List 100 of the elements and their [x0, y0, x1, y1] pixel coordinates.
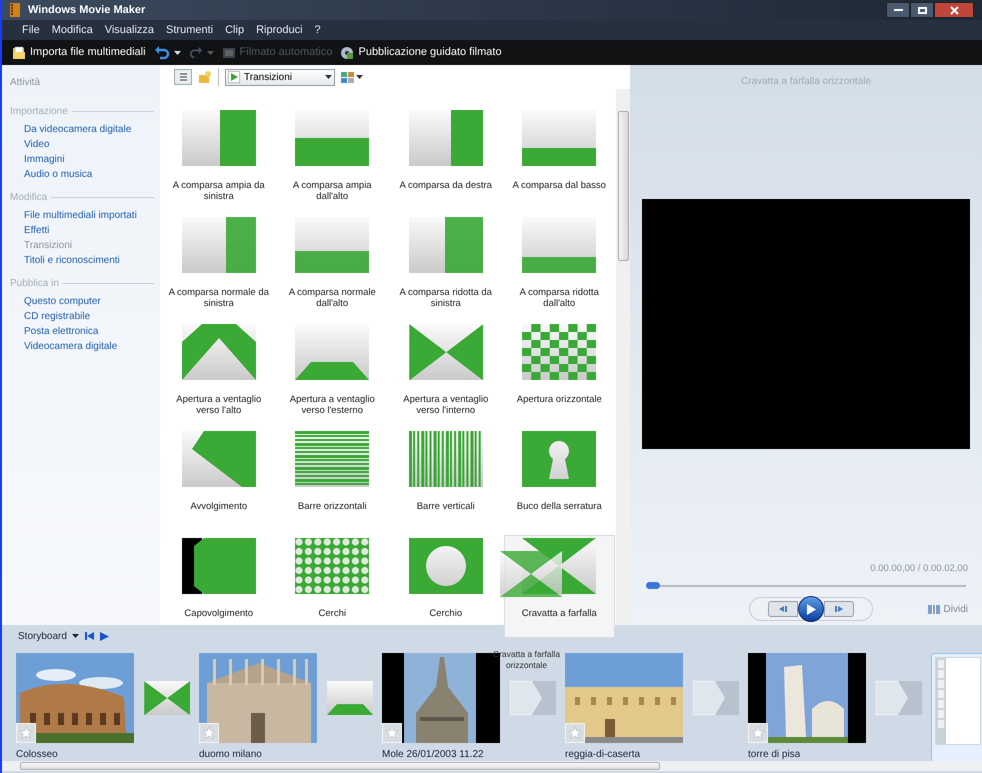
storyboard-transition	[326, 681, 372, 715]
transition-label: A comparsa normale da sinistra	[168, 287, 270, 309]
transition-tile[interactable]: A comparsa dal basso	[504, 107, 615, 210]
caret-icon	[174, 50, 181, 54]
transition-label: A comparsa ampia da sinistra	[172, 180, 266, 202]
seek-thumb[interactable]	[646, 582, 660, 590]
play-icon[interactable]	[100, 632, 109, 640]
transition-tile[interactable]: A comparsa ridotta dall'alto	[504, 214, 615, 317]
clip-label: Mole 26/01/2003 11.22	[382, 748, 485, 762]
undo-icon	[154, 46, 170, 60]
transition-tile[interactable]: A comparsa normale da sinistra	[163, 214, 274, 317]
transition-tile[interactable]: Barre orizzontali	[276, 428, 388, 531]
transition-tile[interactable]: A comparsa ridotta da sinistra	[390, 214, 502, 317]
transition-tile[interactable]: Barre verticali	[390, 428, 502, 531]
transition-label: Capovolgimento	[183, 608, 254, 619]
clip-label: reggia-di-caserta	[565, 748, 642, 762]
view-options-button[interactable]	[341, 72, 363, 82]
folder-icon	[12, 46, 26, 60]
collection-dropdown[interactable]: Transizioni	[225, 68, 335, 86]
task-link[interactable]: Questo computer	[10, 294, 154, 309]
play-button[interactable]	[798, 596, 824, 622]
transition-label: Barre orizzontali	[296, 501, 368, 512]
task-link[interactable]: File multimediali importati	[10, 208, 154, 223]
transition-label: Buco della serratura	[516, 501, 603, 512]
task-link[interactable]: Audio o musica	[10, 167, 154, 182]
transition-label: Apertura orizzontale	[516, 394, 603, 405]
transition-tile[interactable]: Apertura a ventaglio verso l'alto	[163, 321, 274, 424]
transition-tile[interactable]: Apertura a ventaglio verso l'interno	[390, 321, 502, 424]
caret-icon	[72, 634, 79, 638]
menu-item[interactable]: Modifica	[52, 22, 93, 38]
section-heading: Pubblica in	[10, 277, 59, 291]
caret-icon	[206, 50, 214, 54]
section-heading: Importazione	[10, 105, 68, 119]
scrollbar-thumb[interactable]	[618, 111, 628, 261]
toolbar-button[interactable]: Importa file multimediali	[12, 44, 146, 61]
menu-item[interactable]: Riproduci	[256, 22, 303, 38]
minimize-button[interactable]	[886, 2, 910, 18]
transition-name: Cravatta a farfalla orizzontale	[492, 649, 562, 671]
storyboard-view-dropdown[interactable]: Storyboard	[18, 628, 79, 644]
transition-tile[interactable]: Capovolgimento	[163, 535, 274, 638]
playback-time: 0.00.00,00 / 0.00.02,00	[869, 562, 968, 576]
clip-label: Colosseo	[16, 748, 59, 762]
disc-icon	[340, 46, 354, 60]
previous-frame-icon	[778, 606, 787, 612]
transition-icon	[228, 71, 240, 83]
maximize-button[interactable]	[910, 2, 934, 18]
transition-label: Apertura a ventaglio verso l'esterno	[288, 394, 376, 416]
scrollbar-thumb[interactable]	[20, 762, 660, 770]
transition-label: A comparsa ridotta dall'alto	[518, 287, 600, 309]
transition-tile[interactable]: Cerchi	[276, 535, 388, 638]
task-link[interactable]: Da videocamera digitale	[10, 122, 154, 137]
rewind-icon[interactable]	[84, 632, 94, 640]
play-icon	[806, 604, 816, 615]
menu-item[interactable]: Visualizza	[104, 22, 154, 38]
undo-button[interactable]	[154, 46, 181, 60]
close-button[interactable]	[934, 2, 974, 18]
transition-label: A comparsa ridotta da sinistra	[398, 287, 493, 309]
empty-clip-slot[interactable]	[931, 653, 982, 763]
transition-label: Apertura a ventaglio verso l'interno	[402, 394, 490, 416]
transition-label: A comparsa normale dall'alto	[288, 287, 377, 309]
window-title: Windows Movie Maker	[28, 2, 146, 18]
transition-label: A comparsa ampia dall'alto	[292, 180, 373, 202]
transition-placeholder-icon	[510, 681, 556, 715]
menu-item[interactable]: Clip	[225, 22, 244, 38]
previous-frame-button[interactable]	[768, 601, 798, 618]
menu-item[interactable]: Strumenti	[166, 22, 214, 38]
transition-tile[interactable]: Cerchio	[390, 535, 502, 638]
menu-item[interactable]: ?	[314, 22, 321, 38]
transition-label: Cravatta a farfalla	[520, 608, 598, 619]
transition-tile[interactable]: Apertura orizzontale	[504, 321, 615, 424]
transition-tile[interactable]: A comparsa normale dall'alto	[276, 214, 388, 317]
transition-label: A comparsa dal basso	[512, 180, 607, 191]
task-link[interactable]: Titoli e riconoscimenti	[10, 253, 154, 268]
transition-tile[interactable]: A comparsa da destra	[390, 107, 502, 210]
next-frame-button[interactable]	[824, 601, 854, 618]
transition-label: Apertura a ventaglio verso l'alto	[175, 394, 262, 416]
film-icon	[222, 46, 236, 60]
caret-icon	[356, 75, 363, 79]
clip-label: torre di pisa	[748, 748, 802, 762]
seek-track[interactable]	[646, 585, 966, 588]
tasks-toggle-button[interactable]	[174, 69, 192, 85]
menu-item[interactable]: File	[22, 22, 40, 38]
transition-tile[interactable]: Buco della serratura	[504, 428, 615, 531]
transition-tile[interactable]: A comparsa ampia da sinistra	[163, 107, 274, 210]
task-link[interactable]: Immagini	[10, 152, 154, 167]
task-link[interactable]: Video	[10, 137, 154, 152]
task-link[interactable]: Videocamera digitale	[10, 339, 154, 354]
transition-label: Cerchi	[318, 608, 347, 619]
transition-label: Cerchio	[428, 608, 464, 619]
section-heading: Modifica	[10, 191, 48, 205]
close-icon	[950, 6, 958, 14]
clip-label: duomo milano	[199, 748, 263, 762]
transition-tile[interactable]: Apertura a ventaglio verso l'esterno	[276, 321, 388, 424]
task-link[interactable]: Posta elettronica	[10, 324, 154, 339]
toolbar-button[interactable]: Pubblicazione guidato filmato	[340, 44, 502, 61]
task-link[interactable]: Effetti	[10, 223, 154, 238]
task-link[interactable]: CD registrabile	[10, 309, 154, 324]
transition-tile[interactable]: Avvolgimento	[163, 428, 274, 531]
transition-tile[interactable]: A comparsa ampia dall'alto	[276, 107, 388, 210]
transition-label: Barre verticali	[416, 501, 476, 512]
